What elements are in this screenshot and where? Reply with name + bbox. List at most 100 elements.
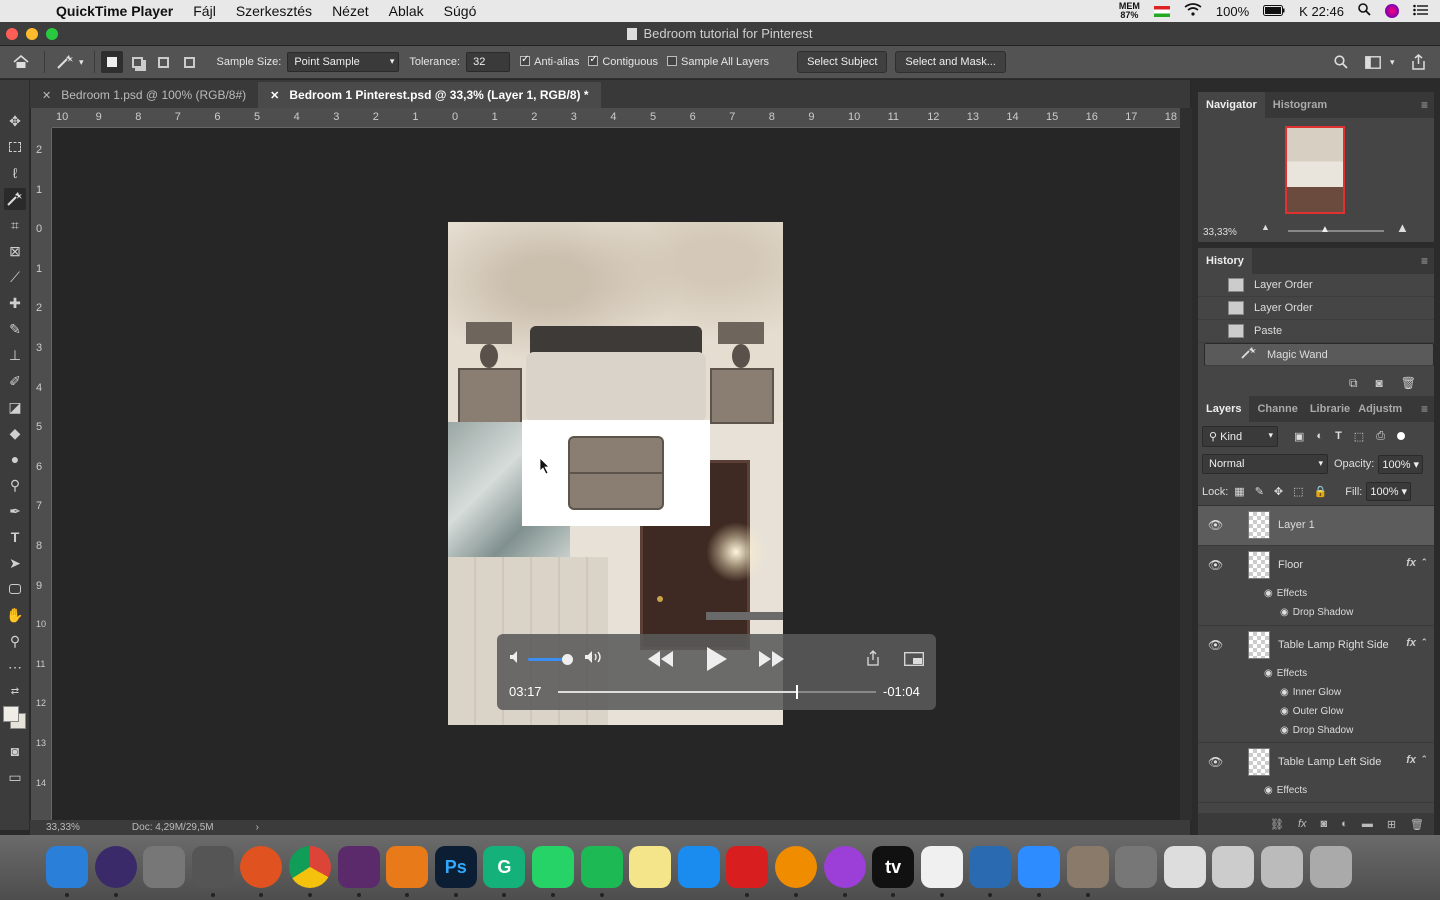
zoom-out-icon[interactable]: ▲ (1261, 222, 1270, 232)
home-icon[interactable] (10, 51, 32, 73)
zoom-in-icon[interactable]: ▲ (1396, 220, 1409, 235)
documents-stack-dock-icon[interactable] (1163, 846, 1206, 888)
panel-menu-icon[interactable]: ≡ (1421, 98, 1428, 112)
filter-pixel-layers-icon[interactable]: ▣ (1294, 430, 1304, 443)
navigator-thumbnail[interactable] (1285, 126, 1345, 214)
new-layer-icon[interactable]: ⊞ (1387, 818, 1396, 831)
tolerance-input[interactable]: 32 (466, 52, 511, 72)
effect-row[interactable]: ◉ Outer Glow (1264, 702, 1353, 721)
play-button-icon[interactable] (706, 646, 728, 677)
blender-dock-icon[interactable] (386, 846, 429, 888)
volume-slider-thumb[interactable] (562, 654, 574, 665)
layer-row-layer-1[interactable]: 👁 Layer 1 (1198, 506, 1434, 546)
trash-dock-icon[interactable] (1309, 846, 1352, 888)
quicktime-dock-icon[interactable] (969, 846, 1012, 888)
lock-artboard-icon[interactable]: ⬚ (1293, 485, 1303, 498)
tab-histogram[interactable]: Histogram (1265, 92, 1335, 118)
visibility-eye-icon[interactable]: 👁 (1208, 638, 1223, 652)
siri-dock-icon[interactable] (94, 846, 137, 888)
effect-row[interactable]: ◉ Drop Shadow (1264, 721, 1353, 740)
effects-eye-icon[interactable]: ◉ (1264, 668, 1273, 679)
tab-channels[interactable]: Channe (1249, 396, 1305, 422)
search-icon[interactable] (1330, 51, 1352, 73)
tab-bedroom-1-pinterest[interactable]: ✕ Bedroom 1 Pinterest.psd @ 33,3% (Layer… (258, 82, 601, 108)
layer-effects-fx-icon[interactable]: fx (1406, 637, 1416, 649)
clone-stamp-tool-icon[interactable]: ⊥ (4, 344, 26, 366)
notification-center-icon[interactable] (1413, 4, 1428, 19)
close-window-button[interactable] (6, 28, 18, 40)
rewind-icon[interactable] (648, 651, 674, 672)
frame-tool-icon[interactable]: ⊠ (4, 240, 26, 262)
history-brush-tool-icon[interactable]: ✐ (4, 370, 26, 392)
effects-row[interactable]: ◉ Effects (1264, 584, 1353, 603)
volume-slider[interactable] (528, 654, 574, 665)
tab-libraries[interactable]: Librarie (1306, 396, 1354, 422)
desktop-stack-dock-icon[interactable] (1212, 846, 1255, 888)
healing-brush-tool-icon[interactable]: ✚ (4, 292, 26, 314)
menu-view[interactable]: Nézet (332, 3, 369, 19)
hand-tool-icon[interactable]: ✋ (4, 604, 26, 626)
blend-mode-select[interactable]: Normal ▾ (1202, 454, 1328, 474)
finder-dock-icon[interactable] (46, 846, 88, 888)
collapse-effects-icon[interactable]: ⌃ (1420, 754, 1428, 765)
memory-status[interactable]: MEM 87% (1119, 2, 1140, 20)
more-tools-icon[interactable]: ⋯ (4, 656, 26, 678)
navigator-zoom-slider[interactable] (1288, 230, 1384, 232)
chevron-down-icon[interactable]: ▾ (79, 57, 84, 68)
sample-all-layers-checkbox[interactable]: Sample All Layers (667, 56, 769, 68)
video-progress-track[interactable] (558, 685, 876, 699)
acrobat-dock-icon[interactable] (726, 846, 769, 888)
history-item[interactable]: Layer Order (1198, 297, 1434, 320)
menu-file[interactable]: Fájl (193, 3, 216, 19)
fill-input[interactable]: 100% ▾ (1366, 482, 1412, 501)
tab-adjustments[interactable]: Adjustm (1354, 396, 1406, 422)
new-selection-icon[interactable] (100, 51, 123, 73)
canvas-vertical-scrollbar[interactable] (1180, 108, 1192, 820)
marquee-tool-icon[interactable] (4, 136, 26, 158)
share-icon[interactable] (866, 650, 880, 671)
pasted-layer-white[interactable] (522, 420, 710, 526)
effect-eye-icon[interactable]: ◉ (1280, 607, 1289, 618)
anti-alias-checkbox[interactable]: Anti-alias (520, 54, 579, 68)
effect-row[interactable]: ◉ Drop Shadow (1264, 603, 1353, 622)
panel-menu-icon[interactable]: ≡ (1421, 402, 1428, 416)
type-tool-icon[interactable]: T (4, 526, 26, 548)
launchpad-dock-icon[interactable] (143, 846, 186, 888)
apple-tv-dock-icon[interactable]: tv (872, 846, 915, 888)
photoshop-dock-icon[interactable]: Ps (434, 846, 477, 888)
filter-shape-layers-icon[interactable]: ⬚ (1354, 430, 1364, 443)
screen-mode-icon[interactable]: ▭ (4, 766, 26, 788)
filter-adjustment-layers-icon[interactable]: ◐ (1316, 430, 1323, 442)
minimize-window-button[interactable] (26, 28, 38, 40)
filter-toggle-icon[interactable] (1397, 432, 1406, 440)
layer-filter-kind-select[interactable]: ⚲ Kind ▾ (1202, 425, 1278, 447)
paint-bucket-tool-icon[interactable]: ◆ (4, 422, 26, 444)
chevron-down-icon[interactable]: ▾ (1390, 57, 1395, 68)
menu-help[interactable]: Súgó (444, 3, 477, 19)
downloads-stack-dock-icon[interactable] (1066, 846, 1109, 888)
volume-max-icon[interactable] (584, 650, 606, 669)
folder-stack-dock-icon[interactable] (1261, 846, 1303, 888)
select-subject-button[interactable]: Select Subject (797, 51, 888, 73)
contiguous-checkbox[interactable]: Contiguous (588, 54, 658, 68)
menu-window[interactable]: Ablak (389, 3, 424, 19)
visibility-eye-icon[interactable]: 👁 (1208, 558, 1223, 572)
vlc-dock-icon[interactable] (775, 846, 817, 888)
effects-row[interactable]: ◉ Effects (1264, 781, 1307, 800)
layer-effects-fx-icon[interactable]: fx (1406, 557, 1416, 569)
ruler-vertical[interactable]: 2 1 0 1 2 3 4 5 6 7 8 9 10 11 12 13 14 (31, 128, 52, 820)
snapshot-camera-icon[interactable]: ◙ (1376, 376, 1383, 390)
layer-row-table-lamp-right[interactable]: 👁 Table Lamp Right Side fx ⌃ ◉ Effects ◉ I… (1198, 626, 1434, 743)
status-menu-chevron-icon[interactable]: › (256, 822, 259, 833)
trash-icon[interactable]: 🗑 (1401, 376, 1416, 390)
screenshot-stack-dock-icon[interactable] (1115, 846, 1158, 888)
new-adjustment-layer-icon[interactable]: ◐ (1341, 818, 1348, 830)
menu-edit[interactable]: Szerkesztés (236, 3, 312, 19)
system-preferences-dock-icon[interactable] (191, 846, 234, 888)
crop-tool-icon[interactable]: ⌗ (4, 214, 26, 236)
effects-eye-icon[interactable]: ◉ (1264, 785, 1273, 796)
app-store-dock-icon[interactable] (677, 846, 720, 888)
fast-forward-icon[interactable] (758, 651, 784, 672)
path-selection-tool-icon[interactable]: ➤ (4, 552, 26, 574)
visibility-eye-icon[interactable]: 👁 (1208, 755, 1223, 769)
